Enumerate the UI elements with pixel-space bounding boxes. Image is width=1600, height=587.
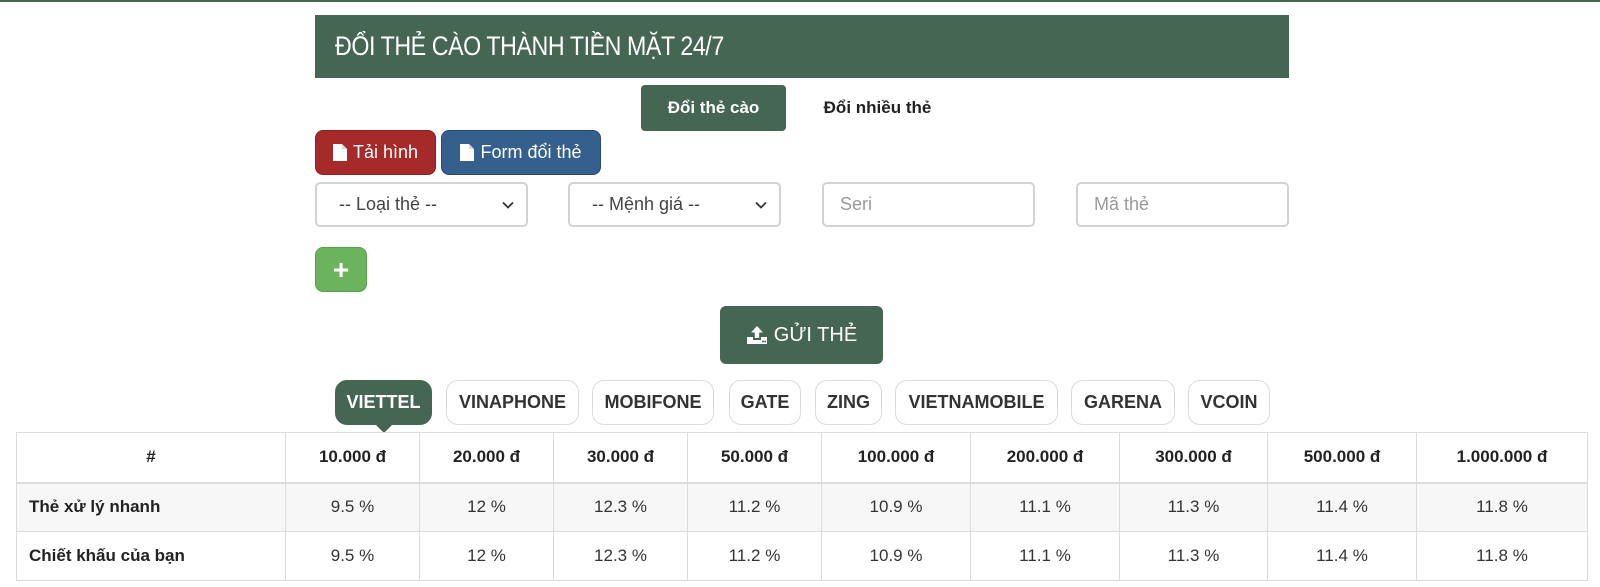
page-title: ĐỔI THẺ CÀO THÀNH TIỀN MẶT 24/7 [335, 31, 724, 61]
network-tab-garena[interactable]: GARENA [1071, 380, 1175, 425]
card-value-selected: -- Mệnh giá -- [592, 194, 701, 214]
serial-input[interactable]: Seri [822, 182, 1035, 227]
column-header: 300.000 đ [1119, 432, 1268, 484]
column-header: 500.000 đ [1267, 432, 1417, 484]
table-cell: 9.5 % [285, 482, 420, 532]
table-cell: 11.3 % [1119, 531, 1268, 581]
card-code-placeholder: Mã thẻ [1094, 194, 1150, 214]
page-header: ĐỔI THẺ CÀO THÀNH TIỀN MẶT 24/7 [315, 15, 1289, 78]
upload-icon [746, 325, 768, 345]
tab-multiple-cards[interactable]: Đổi nhiều thẻ [800, 85, 955, 131]
card-type-selected: -- Loại thẻ -- [339, 194, 438, 214]
submit-label: GỬI THẺ [773, 323, 858, 346]
upload-image-button[interactable]: Tải hình [315, 130, 436, 175]
column-header: 100.000 đ [821, 432, 971, 484]
rate-table: # 10.000 đ 20.000 đ 30.000 đ 50.000 đ 10… [16, 432, 1588, 581]
card-value-select[interactable]: -- Mệnh giá -- [568, 182, 781, 227]
table-cell: 12.3 % [553, 531, 688, 581]
add-card-button[interactable]: + [315, 247, 367, 292]
table-cell: 11.4 % [1267, 531, 1417, 581]
column-header: 200.000 đ [970, 432, 1120, 484]
network-tab-viettel[interactable]: VIETTEL [335, 380, 432, 433]
table-cell: 10.9 % [821, 531, 971, 581]
card-code-input[interactable]: Mã thẻ [1076, 182, 1289, 227]
table-cell: 11.3 % [1119, 482, 1268, 532]
file-icon [460, 144, 475, 161]
column-header: 30.000 đ [553, 432, 688, 484]
chevron-down-icon [502, 199, 514, 211]
row-label: Chiết khấu của bạn [16, 531, 286, 581]
card-type-select[interactable]: -- Loại thẻ -- [315, 182, 528, 227]
table-cell: 10.9 % [821, 482, 971, 532]
card-form-label: Form đổi thẻ [480, 142, 582, 162]
network-tab-mobifone[interactable]: MOBIFONE [592, 380, 714, 425]
row-label: Thẻ xử lý nhanh [16, 482, 286, 532]
column-header: 20.000 đ [419, 432, 554, 484]
column-header: 10.000 đ [285, 432, 420, 484]
table-cell: 11.1 % [970, 531, 1120, 581]
table-cell: 12 % [419, 531, 554, 581]
column-header: # [16, 432, 286, 484]
top-border [0, 0, 1600, 2]
table-cell: 12.3 % [553, 482, 688, 532]
chevron-down-icon [755, 199, 767, 211]
column-header: 1.000.000 đ [1416, 432, 1588, 484]
plus-icon: + [332, 253, 350, 285]
network-tab-gate[interactable]: GATE [729, 380, 801, 425]
network-tab-vinaphone[interactable]: VINAPHONE [446, 380, 579, 425]
column-header: 50.000 đ [687, 432, 822, 484]
table-cell: 11.1 % [970, 482, 1120, 532]
tab-single-card[interactable]: Đổi thẻ cào [641, 85, 786, 131]
table-row: Chiết khấu của bạn 9.5 % 12 % 12.3 % 11.… [16, 531, 1588, 581]
table-header-row: # 10.000 đ 20.000 đ 30.000 đ 50.000 đ 10… [16, 432, 1588, 484]
network-tab-zing[interactable]: ZING [815, 380, 882, 425]
upload-image-label: Tải hình [352, 142, 419, 162]
file-icon [332, 144, 347, 161]
table-cell: 11.2 % [687, 531, 822, 581]
table-cell: 11.2 % [687, 482, 822, 532]
table-cell: 9.5 % [285, 531, 420, 581]
table-row: Thẻ xử lý nhanh 9.5 % 12 % 12.3 % 11.2 %… [16, 482, 1588, 532]
network-tab-vcoin[interactable]: VCOIN [1188, 380, 1270, 425]
table-cell: 12 % [419, 482, 554, 532]
table-cell: 11.8 % [1416, 482, 1588, 532]
serial-placeholder: Seri [840, 194, 873, 214]
table-cell: 11.4 % [1267, 482, 1417, 532]
card-form-button[interactable]: Form đổi thẻ [441, 130, 601, 175]
submit-card-button[interactable]: GỬI THẺ [720, 306, 883, 364]
network-tab-vietnamobile[interactable]: VIETNAMOBILE [895, 380, 1058, 425]
table-cell: 11.8 % [1416, 531, 1588, 581]
